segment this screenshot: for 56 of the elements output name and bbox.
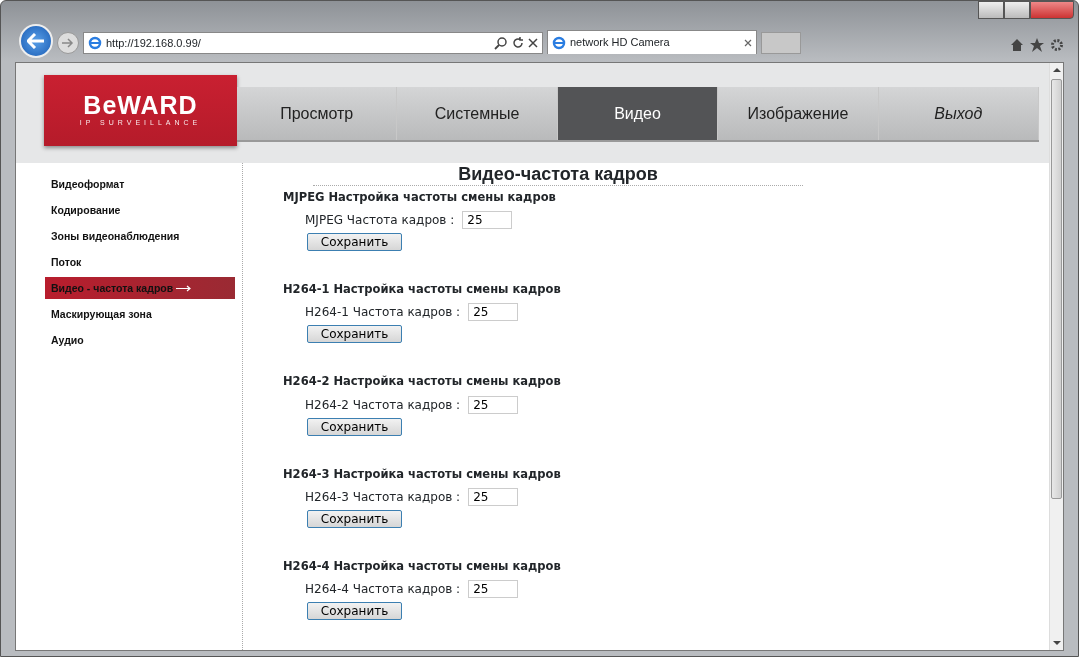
scroll-down-icon[interactable] — [1052, 640, 1061, 646]
browser-icon — [552, 35, 566, 50]
sidebar-item[interactable]: Видеоформат — [45, 172, 235, 195]
section-heading: H264-3 Настройка частоты смены кадров — [283, 465, 562, 483]
address-bar[interactable]: http://192.168.0.99/ — [83, 32, 543, 54]
section-heading: H264-4 Настройка частоты смены кадров — [283, 557, 562, 575]
left-arrow-icon — [27, 33, 45, 49]
browser-icon — [88, 36, 102, 50]
section-heading: MJPEG Настройка частоты смены кадров — [283, 188, 557, 206]
input-field[interactable]: 25 — [462, 211, 513, 229]
input-field[interactable]: 25 — [468, 580, 519, 598]
nav-tab[interactable]: Выход — [878, 87, 1040, 141]
sidebar-item[interactable]: Кодирование — [45, 198, 235, 221]
close-icon[interactable] — [528, 38, 538, 48]
home-icon[interactable] — [1010, 38, 1024, 52]
scroll-thumb[interactable] — [1051, 79, 1062, 499]
right-arrow-icon — [176, 285, 193, 293]
nav-tab[interactable]: Видео — [557, 87, 719, 141]
input-field[interactable]: 25 — [468, 395, 519, 414]
scrollbar[interactable] — [1049, 63, 1063, 650]
minimize-button[interactable] — [978, 1, 1004, 19]
nav-tab[interactable]: Изображение — [718, 87, 879, 141]
save-button[interactable]: Сохранить — [307, 233, 402, 251]
field-label: H264-1 Частота кадров : — [305, 304, 461, 322]
save-button[interactable]: Сохранить — [307, 417, 402, 436]
sidebar-item[interactable]: Маскирующая зона — [45, 302, 235, 325]
search-icon[interactable] — [494, 36, 508, 50]
star-icon[interactable] — [1030, 38, 1044, 52]
right-arrow-icon — [62, 38, 74, 48]
sidebar-item[interactable]: Поток — [45, 250, 235, 273]
logo-name: BeWARD — [83, 92, 198, 118]
close-tab-icon[interactable] — [744, 38, 752, 47]
sidebar-item[interactable]: Зоны видеонаблюдения — [45, 224, 235, 247]
nav-tab[interactable]: Системные — [397, 87, 558, 141]
section-heading: H264-1 Настройка частоты смены кадров — [283, 281, 562, 298]
section-heading: H264-2 Настройка частоты смены кадров — [283, 373, 562, 391]
field-label: H264-3 Частота кадров : — [305, 488, 461, 506]
nav-tab[interactable]: Просмотр — [237, 87, 398, 141]
page-title: Видео-частота кадров — [313, 162, 803, 186]
back-button[interactable] — [19, 24, 53, 58]
tab-title: network HD Camera — [570, 35, 671, 51]
field-label: H264-2 Частота кадров : — [305, 396, 461, 414]
save-button[interactable]: Сохранить — [307, 509, 402, 528]
input-field[interactable]: 25 — [468, 303, 519, 322]
field-label: H264-4 Частота кадров : — [305, 581, 461, 598]
input-field[interactable]: 25 — [468, 487, 519, 506]
scroll-up-icon[interactable] — [1052, 67, 1061, 73]
refresh-icon[interactable] — [512, 37, 524, 49]
maximize-button[interactable] — [1004, 1, 1030, 19]
field-label: MJPEG Частота кадров : — [305, 212, 455, 229]
save-button[interactable]: Сохранить — [307, 325, 402, 344]
sidebar-item[interactable]: Аудио — [45, 328, 235, 351]
url-text: http://192.168.0.99/ — [106, 35, 202, 51]
close-button[interactable] — [1030, 1, 1074, 19]
browser-tab[interactable]: network HD Camera — [547, 30, 757, 54]
save-button[interactable]: Сохранить — [307, 602, 402, 620]
